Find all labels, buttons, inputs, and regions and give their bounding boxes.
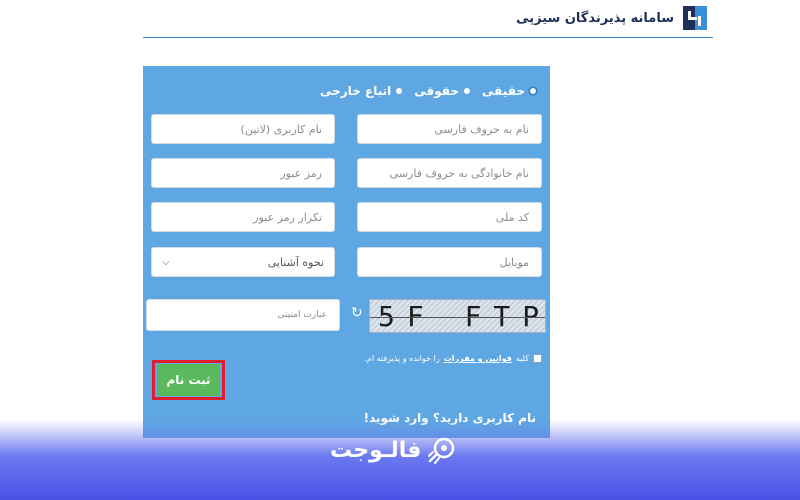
captcha-input[interactable] (157, 309, 329, 321)
referral-select-value: نحوه آشنایی (267, 255, 324, 269)
referral-select[interactable]: نحوه آشنایی ⌵ (151, 247, 335, 277)
captcha-image: 5F FTP (369, 299, 546, 333)
password-input[interactable] (162, 165, 324, 181)
confirm-password-field[interactable] (151, 202, 335, 232)
last-name-input[interactable] (368, 165, 531, 181)
radio-label: اتباع خارجی (319, 84, 392, 98)
submit-button[interactable]: ثبت نام (157, 364, 220, 396)
mobile-input[interactable] (368, 254, 531, 270)
radio-label: حقوقی (414, 84, 460, 98)
password-field[interactable] (151, 158, 335, 188)
submit-highlight-frame: ثبت نام (152, 360, 225, 400)
chevron-down-icon: ⌵ (162, 256, 170, 268)
mobile-field[interactable] (357, 247, 542, 277)
captcha-noise-line (370, 317, 545, 318)
watermark-brand: فالـوجت (330, 432, 457, 468)
header-brand: سامانه پذیرندگان سیزپی (516, 2, 710, 34)
radio-unselected-icon[interactable] (464, 88, 471, 94)
confirm-password-input[interactable] (162, 209, 324, 225)
person-type-radio-group: حقیقی حقوقی اتباع خارجی (320, 84, 536, 98)
terms-suffix: را خوانده و پذیرفته ام. (364, 354, 440, 363)
terms-prefix: کلیه (515, 354, 529, 363)
radio-natural-person[interactable]: حقیقی (482, 84, 536, 98)
refresh-icon[interactable]: ↻ (351, 306, 365, 320)
radio-legal-person[interactable]: حقوقی (414, 84, 471, 98)
registration-panel: حقیقی حقوقی اتباع خارجی نحوه آشنایی ⌵ (143, 66, 550, 438)
username-field[interactable] (151, 114, 335, 144)
first-name-field[interactable] (357, 114, 542, 144)
header-divider (143, 37, 713, 38)
radio-label: حقیقی (482, 84, 525, 98)
terms-link[interactable]: قوانین و مقررات (444, 354, 512, 363)
rocket-logo-icon (427, 435, 457, 465)
brand-logo-icon (680, 3, 710, 33)
page-title: سامانه پذیرندگان سیزپی (516, 10, 674, 26)
watermark-text: فالـوجت (330, 437, 422, 463)
last-name-field[interactable] (357, 158, 542, 188)
radio-foreign-national[interactable]: اتباع خارجی (319, 84, 403, 98)
first-name-input[interactable] (368, 121, 531, 137)
username-input[interactable] (162, 121, 324, 137)
radio-selected-icon[interactable] (530, 88, 536, 94)
terms-checkbox[interactable] (533, 354, 542, 363)
national-code-input[interactable] (368, 209, 531, 225)
national-code-field[interactable] (357, 202, 542, 232)
terms-agreement: کلیه قوانین و مقررات را خوانده و پذیرفته… (364, 354, 542, 363)
captcha-field[interactable] (146, 299, 340, 331)
radio-unselected-icon[interactable] (396, 88, 403, 94)
